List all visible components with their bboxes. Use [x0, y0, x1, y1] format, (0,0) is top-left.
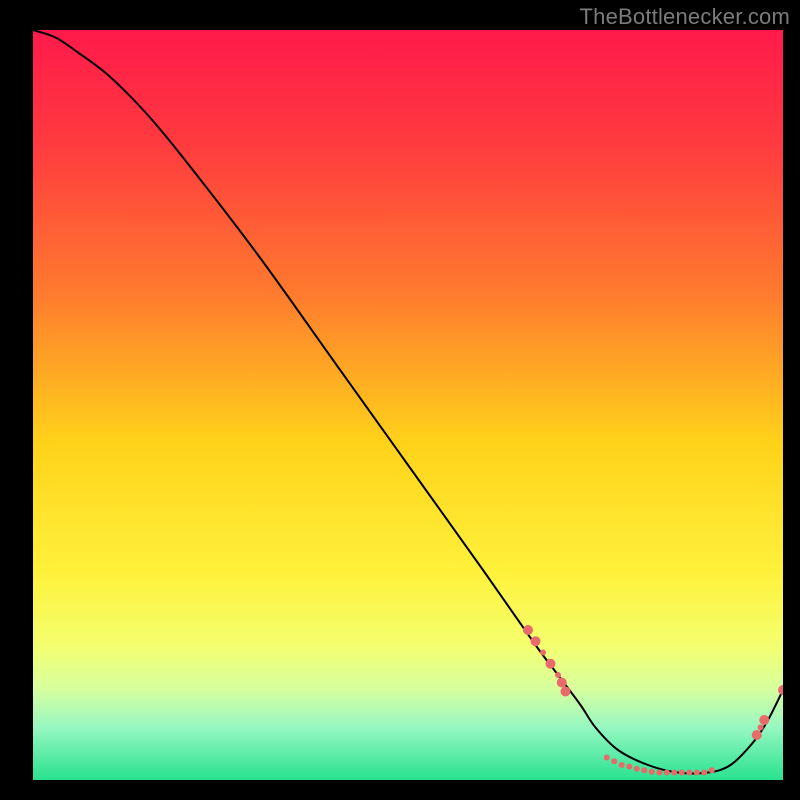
- highlight-dot: [701, 770, 707, 776]
- highlight-dot: [759, 715, 769, 725]
- highlight-dot: [709, 767, 715, 773]
- highlight-dot: [671, 770, 677, 776]
- watermark-text: TheBottlenecker.com: [580, 4, 790, 30]
- highlight-dot: [540, 650, 546, 656]
- highlight-dot: [649, 769, 655, 775]
- chart-stage: TheBottlenecker.com: [0, 0, 800, 800]
- highlight-dot: [619, 762, 625, 768]
- highlight-dot: [611, 758, 617, 764]
- highlight-dot: [686, 770, 692, 776]
- plot-svg: [33, 30, 783, 780]
- highlight-dot: [758, 725, 764, 731]
- highlight-dot: [634, 766, 640, 772]
- highlight-dot: [546, 659, 556, 669]
- gradient-rect: [33, 30, 783, 780]
- highlight-dot: [656, 770, 662, 776]
- highlight-dot: [531, 636, 541, 646]
- highlight-dot: [752, 730, 762, 740]
- highlight-dot: [694, 770, 700, 776]
- highlight-dot: [679, 770, 685, 776]
- highlight-dot: [604, 755, 610, 761]
- highlight-dot: [561, 687, 571, 697]
- highlight-dot: [641, 767, 647, 773]
- highlight-dot: [664, 770, 670, 776]
- plot-area: [33, 30, 783, 780]
- highlight-dot: [555, 672, 561, 678]
- highlight-dot: [557, 678, 567, 688]
- highlight-dot: [626, 764, 632, 770]
- highlight-dot: [523, 625, 533, 635]
